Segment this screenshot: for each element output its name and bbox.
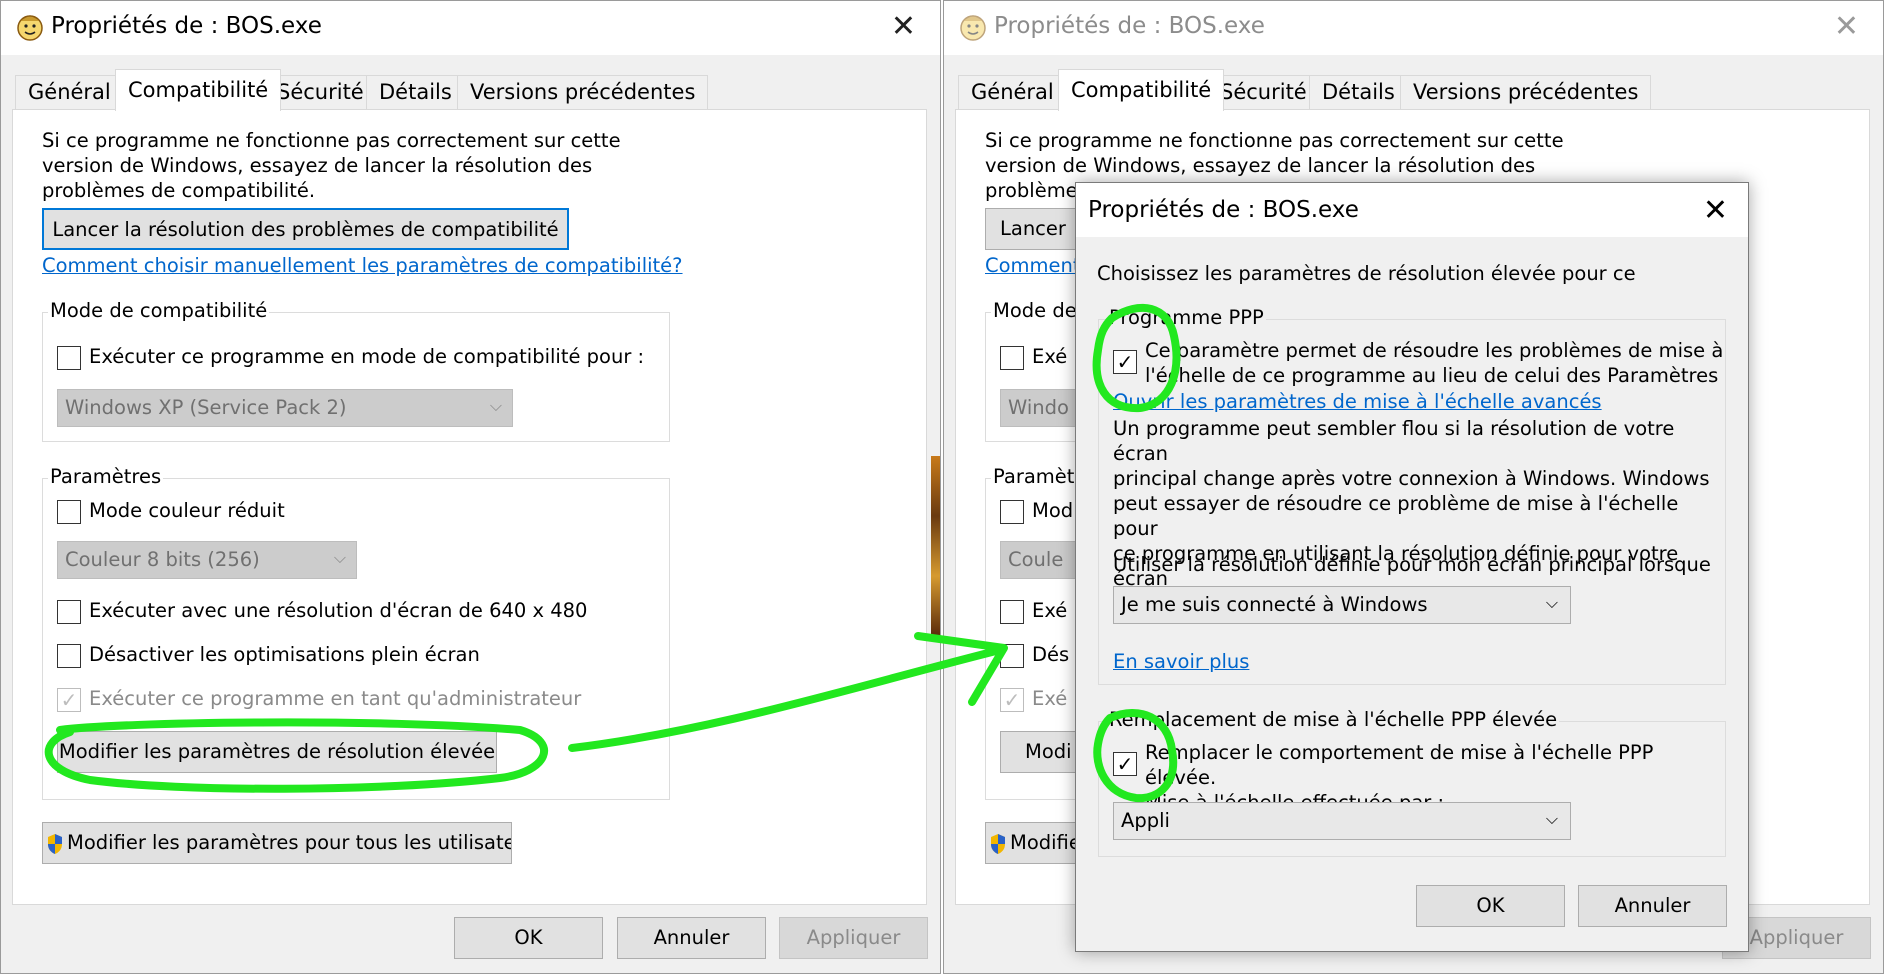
title-bar[interactable]: Propriétés de : BOS.exe ✕: [1, 1, 940, 55]
program-dpi-group: Programme PPP ✓ Ce paramètre permet de r…: [1098, 306, 1726, 685]
group-label: Mode de compatibilité: [48, 299, 270, 322]
check-icon[interactable]: ✓: [1113, 350, 1137, 374]
checkbox[interactable]: [57, 599, 81, 624]
check-icon: ✓: [57, 687, 81, 712]
disable-fullscreen-checkbox[interactable]: Désactiver les optimisations plein écran: [57, 643, 480, 668]
manual-settings-link[interactable]: Comment: [985, 254, 1081, 277]
tab-compatibility[interactable]: Compatibilité: [1058, 69, 1225, 111]
cancel-button[interactable]: Annuler: [617, 917, 766, 959]
compat-mode-checkbox[interactable]: Exé: [1000, 345, 1067, 370]
tab-general[interactable]: Général: [958, 75, 1067, 109]
scaling-performed-by-select[interactable]: Appli ⌵: [1113, 802, 1571, 840]
use-resolution-label: Utiliser la résolution définie pour mon …: [1113, 553, 1711, 576]
checkbox[interactable]: [1000, 643, 1024, 668]
checkbox[interactable]: [57, 499, 81, 524]
program-dpi-checkbox[interactable]: ✓ Ce paramètre permet de résoudre les pr…: [1113, 338, 1723, 388]
high-dpi-settings-button[interactable]: Modifier les paramètres de résolution él…: [57, 731, 497, 773]
uac-shield-icon: [48, 833, 62, 854]
reduced-color-checkbox[interactable]: Mode couleur réduit: [57, 499, 285, 524]
vault-boy-icon: [960, 15, 986, 41]
run-admin-checkbox: ✓ Exécuter ce programme en tant qu'admini…: [57, 687, 581, 712]
tab-compatibility[interactable]: Compatibilité: [115, 69, 282, 111]
checkbox[interactable]: [57, 345, 81, 370]
check-icon: ✓: [1000, 687, 1024, 712]
run-admin-checkbox: ✓ Exé: [1000, 687, 1067, 712]
tab-general[interactable]: Général: [15, 75, 124, 109]
compat-mode-checkbox[interactable]: Exécuter ce programme en mode de compati…: [57, 345, 644, 370]
vault-boy-icon: [17, 15, 43, 41]
all-users-button[interactable]: Modifier les paramètres pour tous les ut…: [42, 822, 512, 864]
advanced-scaling-link[interactable]: Ouvrir les paramètres de mise à l'échell…: [1113, 390, 1602, 413]
high-dpi-dialog: Propriétés de : BOS.exe ✕ Choisissez les…: [1075, 182, 1749, 952]
close-icon[interactable]: ✕: [1703, 193, 1728, 228]
dialog-heading: Choisissez les paramètres de résolution …: [1097, 262, 1636, 285]
manual-settings-link[interactable]: Comment choisir manuellement les paramèt…: [42, 254, 683, 277]
intro-text: Si ce programme ne fonctionne pas correc…: [42, 129, 621, 202]
dialog-title: Propriétés de : BOS.exe: [1088, 197, 1359, 223]
apply-button: Appliquer: [779, 917, 928, 959]
chevron-down-icon: ⌵: [1545, 593, 1558, 612]
learn-more-link[interactable]: En savoir plus: [1113, 650, 1249, 673]
properties-window-left: Propriétés de : BOS.exe ✕ Général Compat…: [0, 0, 941, 974]
checkbox[interactable]: [1000, 345, 1024, 370]
title-bar[interactable]: Propriétés de : BOS.exe ✕: [944, 1, 1883, 55]
close-icon[interactable]: ✕: [891, 9, 916, 44]
dpi-override-group: Remplacement de mise à l'échelle PPP éle…: [1098, 708, 1726, 857]
window-title: Propriétés de : BOS.exe: [994, 13, 1265, 39]
tab-details[interactable]: Détails: [1309, 75, 1408, 109]
dialog-ok-button[interactable]: OK: [1416, 885, 1565, 927]
compat-mode-group: Mode de compatibilité Exécuter ce progra…: [42, 299, 670, 442]
ok-button[interactable]: OK: [454, 917, 603, 959]
reduced-color-checkbox[interactable]: Mod: [1000, 499, 1073, 524]
res-640-checkbox[interactable]: Exé: [1000, 599, 1067, 624]
tab-previous-versions[interactable]: Versions précédentes: [457, 75, 709, 109]
checkbox[interactable]: [57, 643, 81, 668]
chevron-down-icon: ⌵: [333, 548, 346, 567]
tab-details[interactable]: Détails: [366, 75, 465, 109]
checkbox[interactable]: [1000, 499, 1024, 524]
use-resolution-select[interactable]: Je me suis connecté à Windows ⌵: [1113, 586, 1571, 624]
chevron-down-icon: ⌵: [489, 396, 502, 415]
settings-group: Paramètres Mode couleur réduit Couleur 8…: [42, 465, 670, 800]
color-depth-select: Couleur 8 bits (256) ⌵: [57, 541, 357, 579]
window-title: Propriétés de : BOS.exe: [51, 13, 322, 39]
troubleshoot-button[interactable]: Lancer la résolution des problèmes de co…: [42, 208, 569, 250]
compat-os-select: Windows XP (Service Pack 2) ⌵: [57, 389, 513, 427]
compatibility-panel: Si ce programme ne fonctionne pas correc…: [12, 109, 927, 905]
res-640-checkbox[interactable]: Exécuter avec une résolution d'écran de …: [57, 599, 587, 624]
disable-fullscreen-checkbox[interactable]: Dés: [1000, 643, 1069, 668]
group-label: Paramètres: [48, 465, 164, 488]
dialog-cancel-button[interactable]: Annuler: [1578, 885, 1727, 927]
check-icon[interactable]: ✓: [1113, 752, 1137, 776]
dialog-title-bar[interactable]: Propriétés de : BOS.exe ✕: [1076, 183, 1748, 237]
tab-previous-versions[interactable]: Versions précédentes: [1400, 75, 1652, 109]
checkbox[interactable]: [1000, 599, 1024, 624]
uac-shield-icon: [991, 833, 1005, 854]
chevron-down-icon: ⌵: [1545, 809, 1558, 828]
background-game-sliver: [931, 456, 940, 636]
close-icon[interactable]: ✕: [1834, 9, 1859, 44]
